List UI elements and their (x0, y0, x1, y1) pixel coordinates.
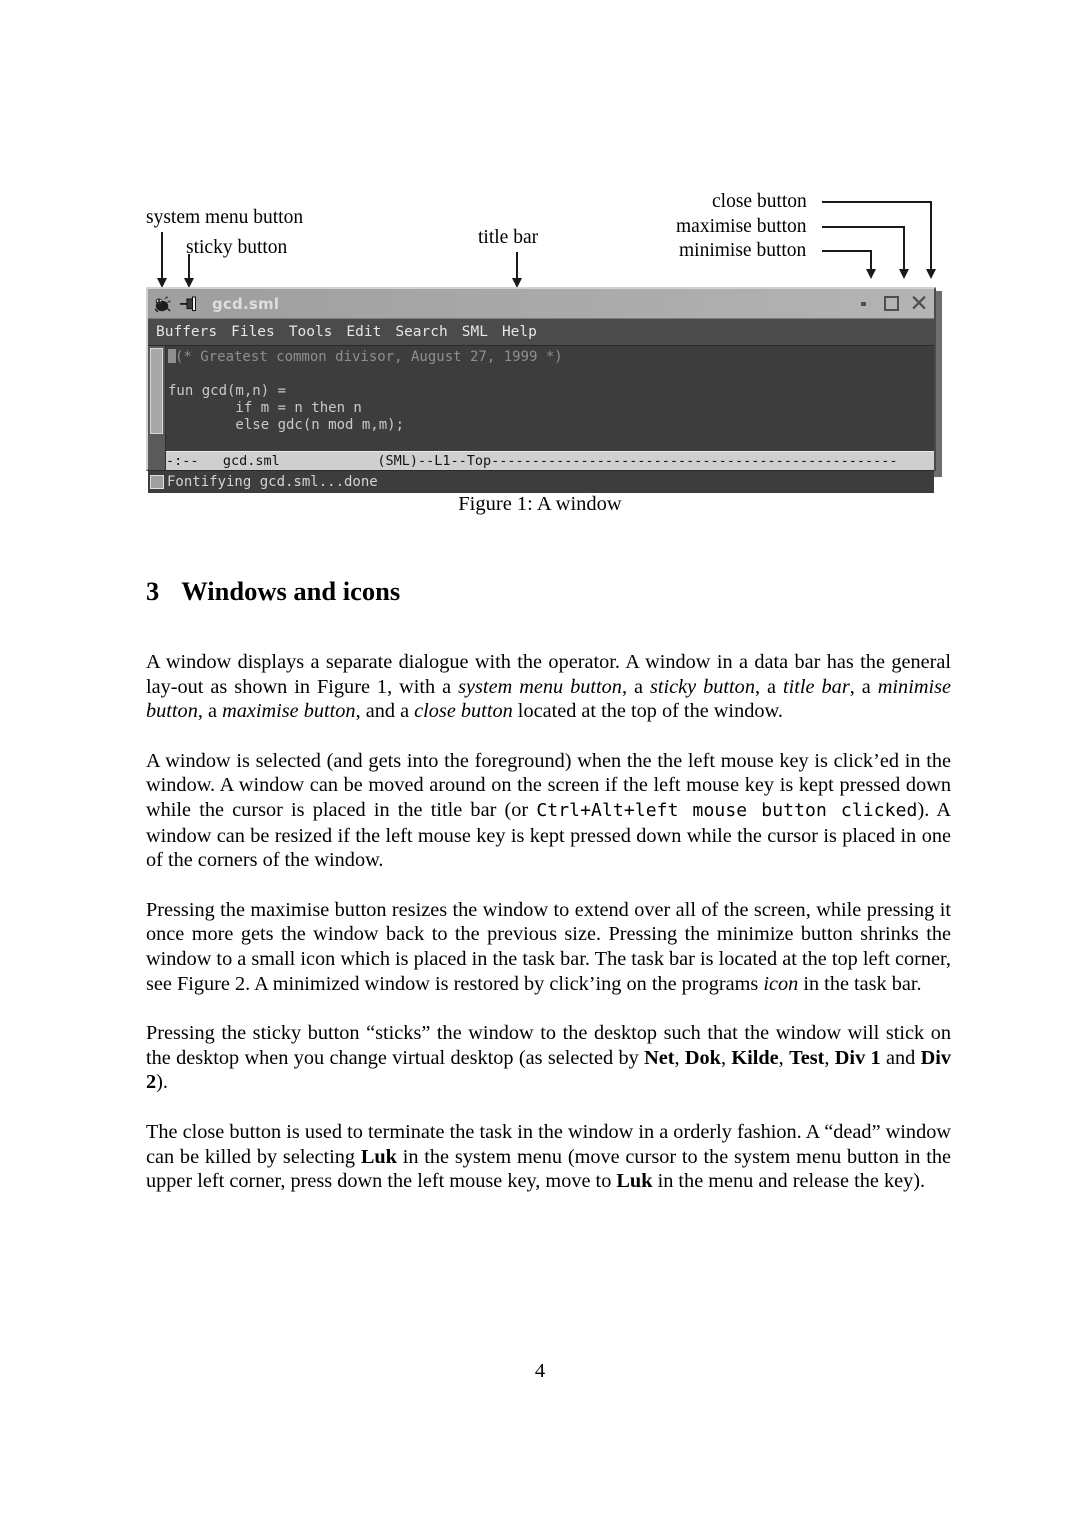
section-title: Windows and icons (181, 576, 401, 606)
close-button[interactable]: ✕ (906, 291, 932, 317)
p4-d: , (778, 1046, 790, 1069)
leader-line-system-menu (161, 232, 163, 280)
menu-item-buffers[interactable]: Buffers (156, 324, 217, 340)
paragraph-5: The close button is used to terminate th… (146, 1120, 951, 1194)
pushpin-icon (180, 296, 196, 311)
editor-area: (* Greatest common divisor, August 27, 1… (148, 346, 934, 470)
mode-line: -:-- gcd.sml (SML)--L1--Top-------------… (166, 451, 934, 470)
menu-item-files[interactable]: Files (231, 324, 275, 340)
leader-line-title-bar (516, 252, 518, 280)
figure-caption: Figure 1: A window (458, 493, 622, 515)
p1-b: , a (621, 675, 650, 698)
code-line-comment: (* Greatest common divisor, August 27, 1… (168, 349, 934, 366)
leader-line-minimise-v (870, 250, 872, 271)
maximise-icon (883, 296, 899, 311)
leader-line-minimise-h (822, 250, 872, 252)
menu-item-sml[interactable]: SML (462, 324, 488, 340)
p1-i6: close button (414, 700, 513, 723)
p4-f: and (880, 1046, 921, 1069)
p4-e: , (824, 1046, 835, 1069)
section-heading: 3 Windows and icons (146, 576, 400, 607)
page-number: 4 (534, 1360, 546, 1382)
window-title: gcd.sml (212, 294, 280, 313)
code-line-2: if m = n then n (168, 400, 362, 416)
annotation-close-button: close button (712, 191, 807, 212)
leader-line-maximise-h (822, 226, 905, 228)
scrollbar-thumb[interactable] (150, 348, 163, 434)
p1-i1: system menu button (458, 675, 622, 698)
arrowhead-minimise (866, 269, 876, 279)
paragraph-3: Pressing the maximise button resizes the… (146, 898, 951, 996)
p1-i3: title bar (783, 675, 850, 698)
sticky-button[interactable] (176, 290, 202, 317)
emacs-window: gcd.sml ✕ Buffers Files Tools Edit Searc… (146, 287, 936, 493)
title-bar[interactable]: gcd.sml ✕ (148, 289, 934, 319)
p5-b2: Luk (616, 1170, 653, 1193)
p1-i5: maximise button (222, 700, 356, 723)
annotation-sticky-button: sticky button (186, 237, 288, 258)
leader-line-close-v (930, 201, 932, 271)
p4-b5: Div 1 (834, 1046, 881, 1069)
code-comment-text: (* Greatest common divisor, August 27, 1… (175, 349, 563, 365)
document-page: system menu button sticky button title b… (0, 0, 1080, 1528)
p4-b2: Dok (684, 1046, 721, 1069)
gnu-emacs-icon (154, 295, 171, 312)
arrowhead-maximise (899, 269, 909, 279)
code-line-3: else gdc(n mod m,m); (168, 417, 405, 433)
code-line-1: fun gcd(m,n) = (168, 383, 287, 399)
menu-item-tools[interactable]: Tools (289, 324, 333, 340)
minibuffer-message: Fontifying gcd.sml...done (167, 474, 378, 490)
minimise-icon (860, 301, 866, 306)
annotation-minimise-button: minimise button (679, 240, 807, 261)
minimise-button[interactable] (850, 291, 876, 317)
p1-g: located at the top of the window. (512, 700, 783, 723)
paragraph-1: A window displays a separate dialogue wi… (146, 650, 951, 724)
p5-b1: Luk (360, 1145, 397, 1168)
paragraph-4: Pressing the sticky button “sticks” the … (146, 1021, 951, 1095)
mini-buffer: Fontifying gcd.sml...done (148, 470, 934, 493)
p1-f: , and a (355, 700, 415, 723)
section-number: 3 (146, 576, 160, 606)
p2-shortcut: Ctrl+Alt+left mouse button clicked (536, 799, 918, 821)
p4-c: , (720, 1046, 732, 1069)
p1-c: , a (754, 675, 784, 698)
menu-item-edit[interactable]: Edit (346, 324, 381, 340)
close-icon: ✕ (909, 290, 929, 317)
leader-line-maximise-v (903, 226, 905, 271)
p4-b4: Test (789, 1046, 825, 1069)
menu-bar: Buffers Files Tools Edit Search SML Help (148, 319, 934, 346)
leader-line-close-h (822, 201, 932, 203)
p4-g: ). (156, 1071, 168, 1094)
annotation-maximise-button: maximise button (676, 216, 807, 237)
annotation-title-bar: title bar (478, 227, 539, 248)
minibuffer-marker-icon (150, 475, 164, 489)
maximise-button[interactable] (878, 291, 904, 317)
leader-line-sticky (188, 254, 190, 280)
paragraph-2: A window is selected (and gets into the … (146, 749, 951, 873)
p1-e: , a (197, 700, 223, 723)
p4-b1: Net (644, 1046, 675, 1069)
annotation-system-menu-button: system menu button (146, 207, 304, 228)
system-menu-button[interactable] (150, 290, 176, 317)
p1-d: , a (849, 675, 878, 698)
p1-i2: sticky button (649, 675, 755, 698)
p3-i1: icon (763, 972, 799, 995)
body-text: A window displays a separate dialogue wi… (146, 650, 951, 1194)
p5-c: in the menu and release the key). (652, 1170, 926, 1193)
editor-scrollbar[interactable] (148, 346, 166, 470)
p4-b3: Kilde (731, 1046, 779, 1069)
p4-b: , (674, 1046, 685, 1069)
menu-item-search[interactable]: Search (395, 324, 447, 340)
arrowhead-close (926, 269, 936, 279)
p3-b: in the task bar. (798, 972, 922, 995)
window-screenshot: gcd.sml ✕ Buffers Files Tools Edit Searc… (146, 287, 942, 493)
menu-item-help[interactable]: Help (502, 324, 537, 340)
